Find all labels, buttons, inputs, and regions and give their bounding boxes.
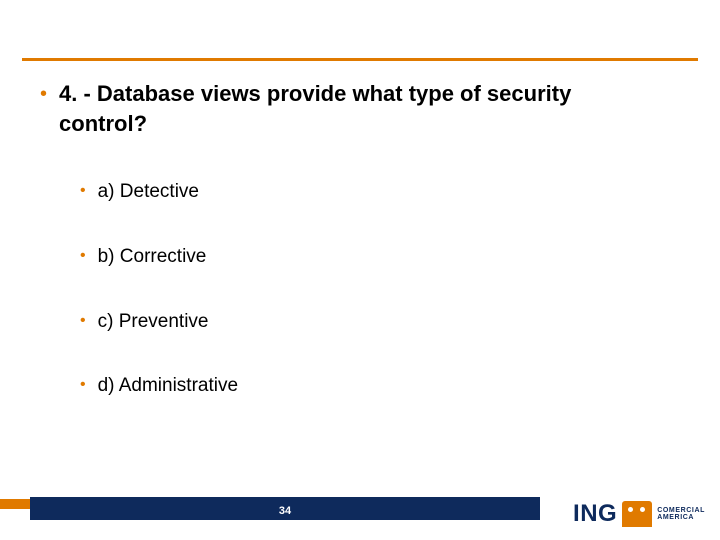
logo-brand-text: ING	[573, 500, 617, 528]
content-area: • 4. - Database views provide what type …	[0, 61, 720, 399]
option-text: a) Detective	[98, 180, 199, 205]
option-text: c) Preventive	[98, 310, 209, 335]
option-a: • a) Detective	[80, 180, 660, 205]
lion-icon	[622, 501, 652, 527]
question-row: • 4. - Database views provide what type …	[40, 79, 660, 138]
bullet-icon: •	[80, 375, 86, 396]
bullet-icon: •	[40, 81, 47, 107]
bullet-icon: •	[80, 311, 86, 332]
question-text: 4. - Database views provide what type of…	[59, 79, 660, 138]
logo: ING COMERCIAL AMERICA	[573, 500, 705, 528]
footer: 34 ING COMERCIAL AMERICA	[0, 484, 720, 540]
header-spacer	[0, 0, 720, 58]
page-number: 34	[279, 505, 291, 517]
bullet-icon: •	[80, 246, 86, 267]
option-d: • d) Administrative	[80, 374, 660, 399]
option-text: d) Administrative	[98, 374, 238, 399]
footer-main-bar: 34	[30, 497, 540, 520]
logo-sub2: AMERICA	[657, 514, 705, 521]
option-c: • c) Preventive	[80, 310, 660, 335]
option-b: • b) Corrective	[80, 245, 660, 270]
logo-sub1: COMERCIAL	[657, 507, 705, 514]
bullet-icon: •	[80, 181, 86, 202]
option-text: b) Corrective	[98, 245, 207, 270]
logo-subtext: COMERCIAL AMERICA	[657, 507, 705, 522]
